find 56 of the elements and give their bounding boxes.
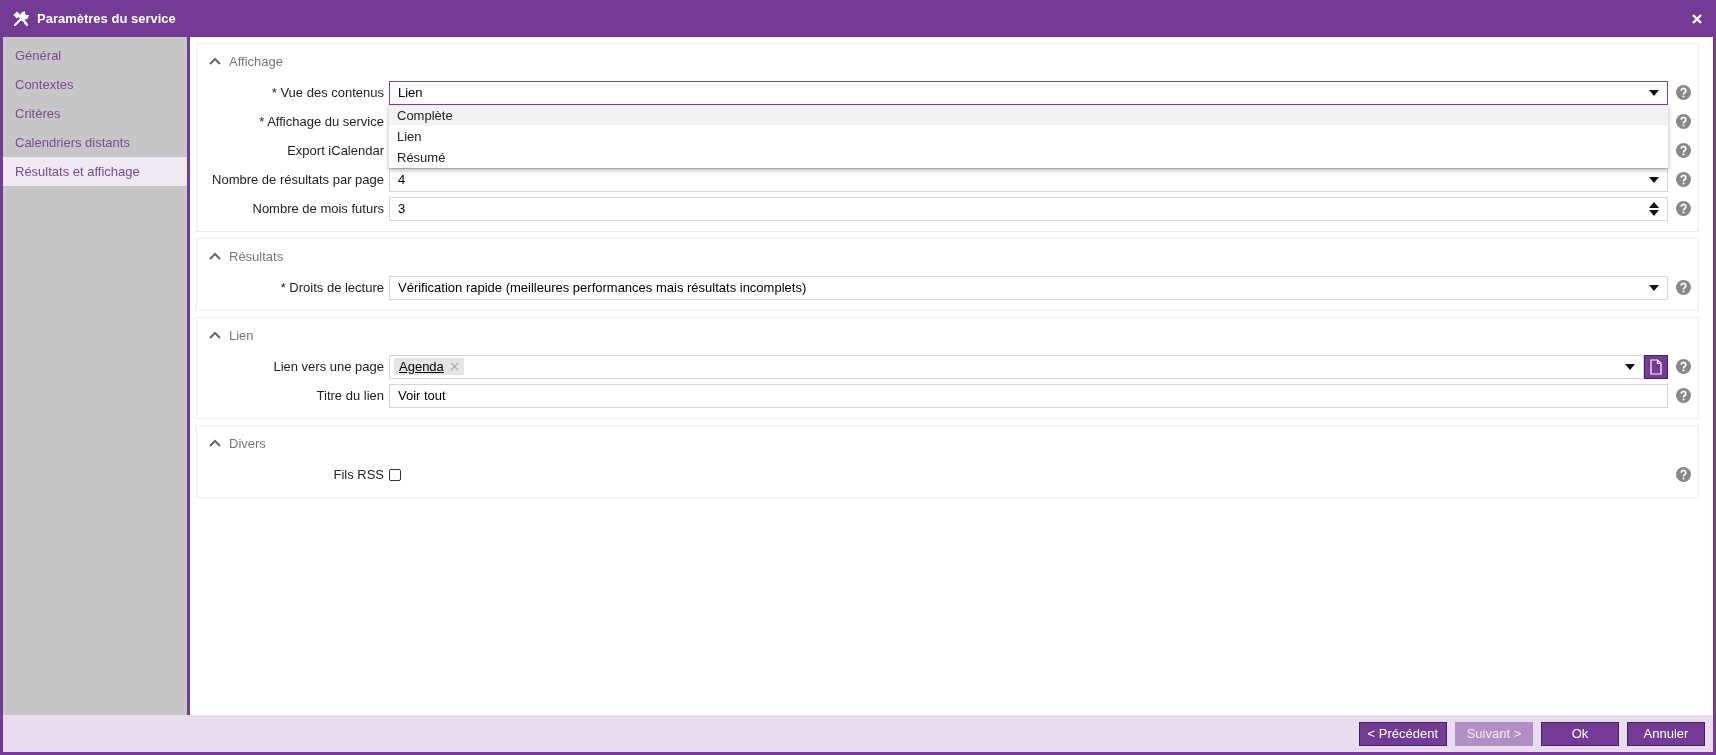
sidebar-item[interactable]: Résultats et affichage [3, 157, 187, 186]
caret-icon [1625, 363, 1635, 370]
dropdown-option[interactable]: Lien [389, 125, 1668, 147]
select-field[interactable]: Lien [389, 80, 1668, 105]
checkbox[interactable] [389, 468, 401, 481]
dialog-button[interactable]: Ok [1541, 721, 1619, 746]
dropdown-option[interactable]: Résumé [389, 146, 1668, 168]
sidebar-item[interactable]: Critères [3, 99, 187, 128]
field-label: * Affichage du service [258, 114, 385, 129]
section-title: Lien [229, 327, 254, 343]
chevron-up-icon[interactable] [209, 331, 221, 339]
field-label: * Droits de lecture [279, 280, 385, 295]
number-field[interactable]: 3 [389, 196, 1668, 221]
caret-icon [1649, 176, 1659, 183]
help-icon[interactable] [1676, 388, 1691, 403]
help-icon[interactable] [1676, 172, 1691, 187]
section-title: Résultats [229, 248, 284, 264]
spinner-arrows-icon[interactable] [1649, 201, 1659, 216]
field-label: Lien vers une page [272, 359, 385, 374]
select-field[interactable]: 4 [389, 167, 1668, 192]
select-field[interactable]: Vérification rapide (meilleures performances mais résultats incomplets) [389, 275, 1668, 300]
chevron-up-icon[interactable] [209, 57, 221, 65]
section-title: Divers [229, 435, 266, 451]
caret-icon [1649, 89, 1659, 96]
caret-icon [1649, 284, 1659, 291]
tools-icon [13, 10, 29, 27]
section-title: Affichage [229, 53, 283, 69]
text-field[interactable]: Voir tout [389, 383, 1668, 408]
field-label: Nombre de résultats par page [211, 172, 385, 187]
help-icon[interactable] [1676, 280, 1691, 295]
field-label: Titre du lien [315, 388, 385, 403]
chevron-up-icon[interactable] [209, 252, 221, 260]
page-picker-field[interactable]: Agenda [389, 354, 1644, 379]
help-icon[interactable] [1676, 143, 1691, 158]
close-icon[interactable] [1691, 12, 1703, 25]
sidebar-item[interactable]: Contextes [3, 70, 187, 99]
field-label: * Vue des contenus [270, 85, 385, 100]
sidebar-item[interactable]: Général [3, 41, 187, 70]
chevron-up-icon[interactable] [209, 439, 221, 447]
window-title: Paramètres du service [37, 11, 177, 26]
sidebar-item[interactable]: Calendriers distants [3, 128, 187, 157]
help-icon[interactable] [1676, 467, 1691, 482]
help-icon[interactable] [1676, 359, 1691, 374]
dialog-button[interactable]: Annuler [1627, 721, 1705, 746]
field-label: Fils RSS [332, 467, 385, 482]
dropdown-option[interactable]: Complète [389, 104, 1668, 126]
page-icon [1650, 358, 1662, 375]
help-icon[interactable] [1676, 85, 1691, 100]
field-label: Export iCalendar [286, 143, 385, 158]
help-icon[interactable] [1676, 114, 1691, 129]
field-label: Nombre de mois futurs [251, 201, 385, 216]
remove-icon[interactable] [449, 362, 459, 371]
page-select-button[interactable] [1644, 354, 1668, 379]
page-link[interactable]: Agenda [399, 359, 444, 374]
dialog-button[interactable]: < Précédent [1358, 721, 1447, 746]
help-icon[interactable] [1676, 201, 1691, 216]
